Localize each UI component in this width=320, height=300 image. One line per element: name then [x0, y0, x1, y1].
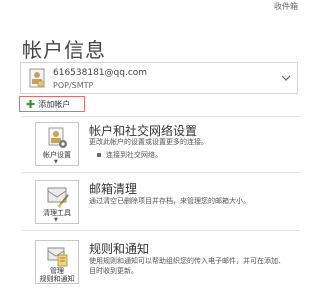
chevron-down-icon: ▼	[54, 217, 58, 223]
page-title: 帐户信息	[22, 38, 106, 62]
rules-alerts-title: 规则和通知	[89, 242, 150, 256]
plus-icon: ✚	[26, 97, 36, 111]
chevron-down-icon[interactable]	[279, 67, 293, 89]
manage-rules-button[interactable]: 管理 规则和通知	[35, 240, 79, 284]
account-email: 616538181@qq.com	[53, 68, 148, 78]
top-bar: 收件箱	[0, 0, 300, 14]
account-icon	[29, 68, 45, 88]
rules-alerts-icon	[36, 243, 78, 269]
cleanup-tools-label: 清理工具	[43, 209, 71, 217]
divider	[22, 230, 300, 231]
divider	[22, 116, 300, 117]
social-network-link[interactable]: 连接到社交网络。	[97, 150, 162, 160]
account-settings-desc: 更改此帐户的设置或设置更多的连接。	[89, 138, 208, 146]
add-account-button[interactable]: ✚ 添加帐户	[19, 96, 85, 112]
account-settings-button[interactable]: 帐户设置 ▼	[35, 122, 79, 166]
add-account-label: 添加帐户	[38, 99, 71, 109]
chevron-down-icon: ▼	[54, 159, 58, 165]
manage-rules-label-1: 管理	[50, 267, 64, 275]
social-network-label: 连接到社交网络。	[106, 151, 162, 159]
inbox-label[interactable]: 收件箱	[274, 1, 298, 12]
divider	[22, 172, 300, 173]
account-selector[interactable]: 616538181@qq.com POP/SMTP	[20, 62, 298, 94]
rules-alerts-desc-1: 使用规则和通知可以帮助组织您的传入电子邮件，并可在添加、	[89, 257, 285, 265]
mailbox-cleanup-title: 邮箱清理	[89, 182, 138, 196]
cleanup-tools-button[interactable]: 清理工具 ▼	[35, 180, 79, 224]
account-settings-label: 帐户设置	[43, 151, 71, 159]
mailbox-cleanup-desc: 通过清空已删除项目并存档，来管理您的邮箱大小。	[89, 197, 250, 205]
account-type: POP/SMTP	[53, 81, 94, 90]
account-settings-icon	[36, 125, 78, 151]
manage-rules-label-2: 规则和通知	[39, 275, 75, 283]
cleanup-tools-icon	[36, 183, 78, 209]
rules-alerts-desc-2: 目时收到更新。	[89, 267, 138, 275]
bullet-icon	[97, 153, 101, 157]
